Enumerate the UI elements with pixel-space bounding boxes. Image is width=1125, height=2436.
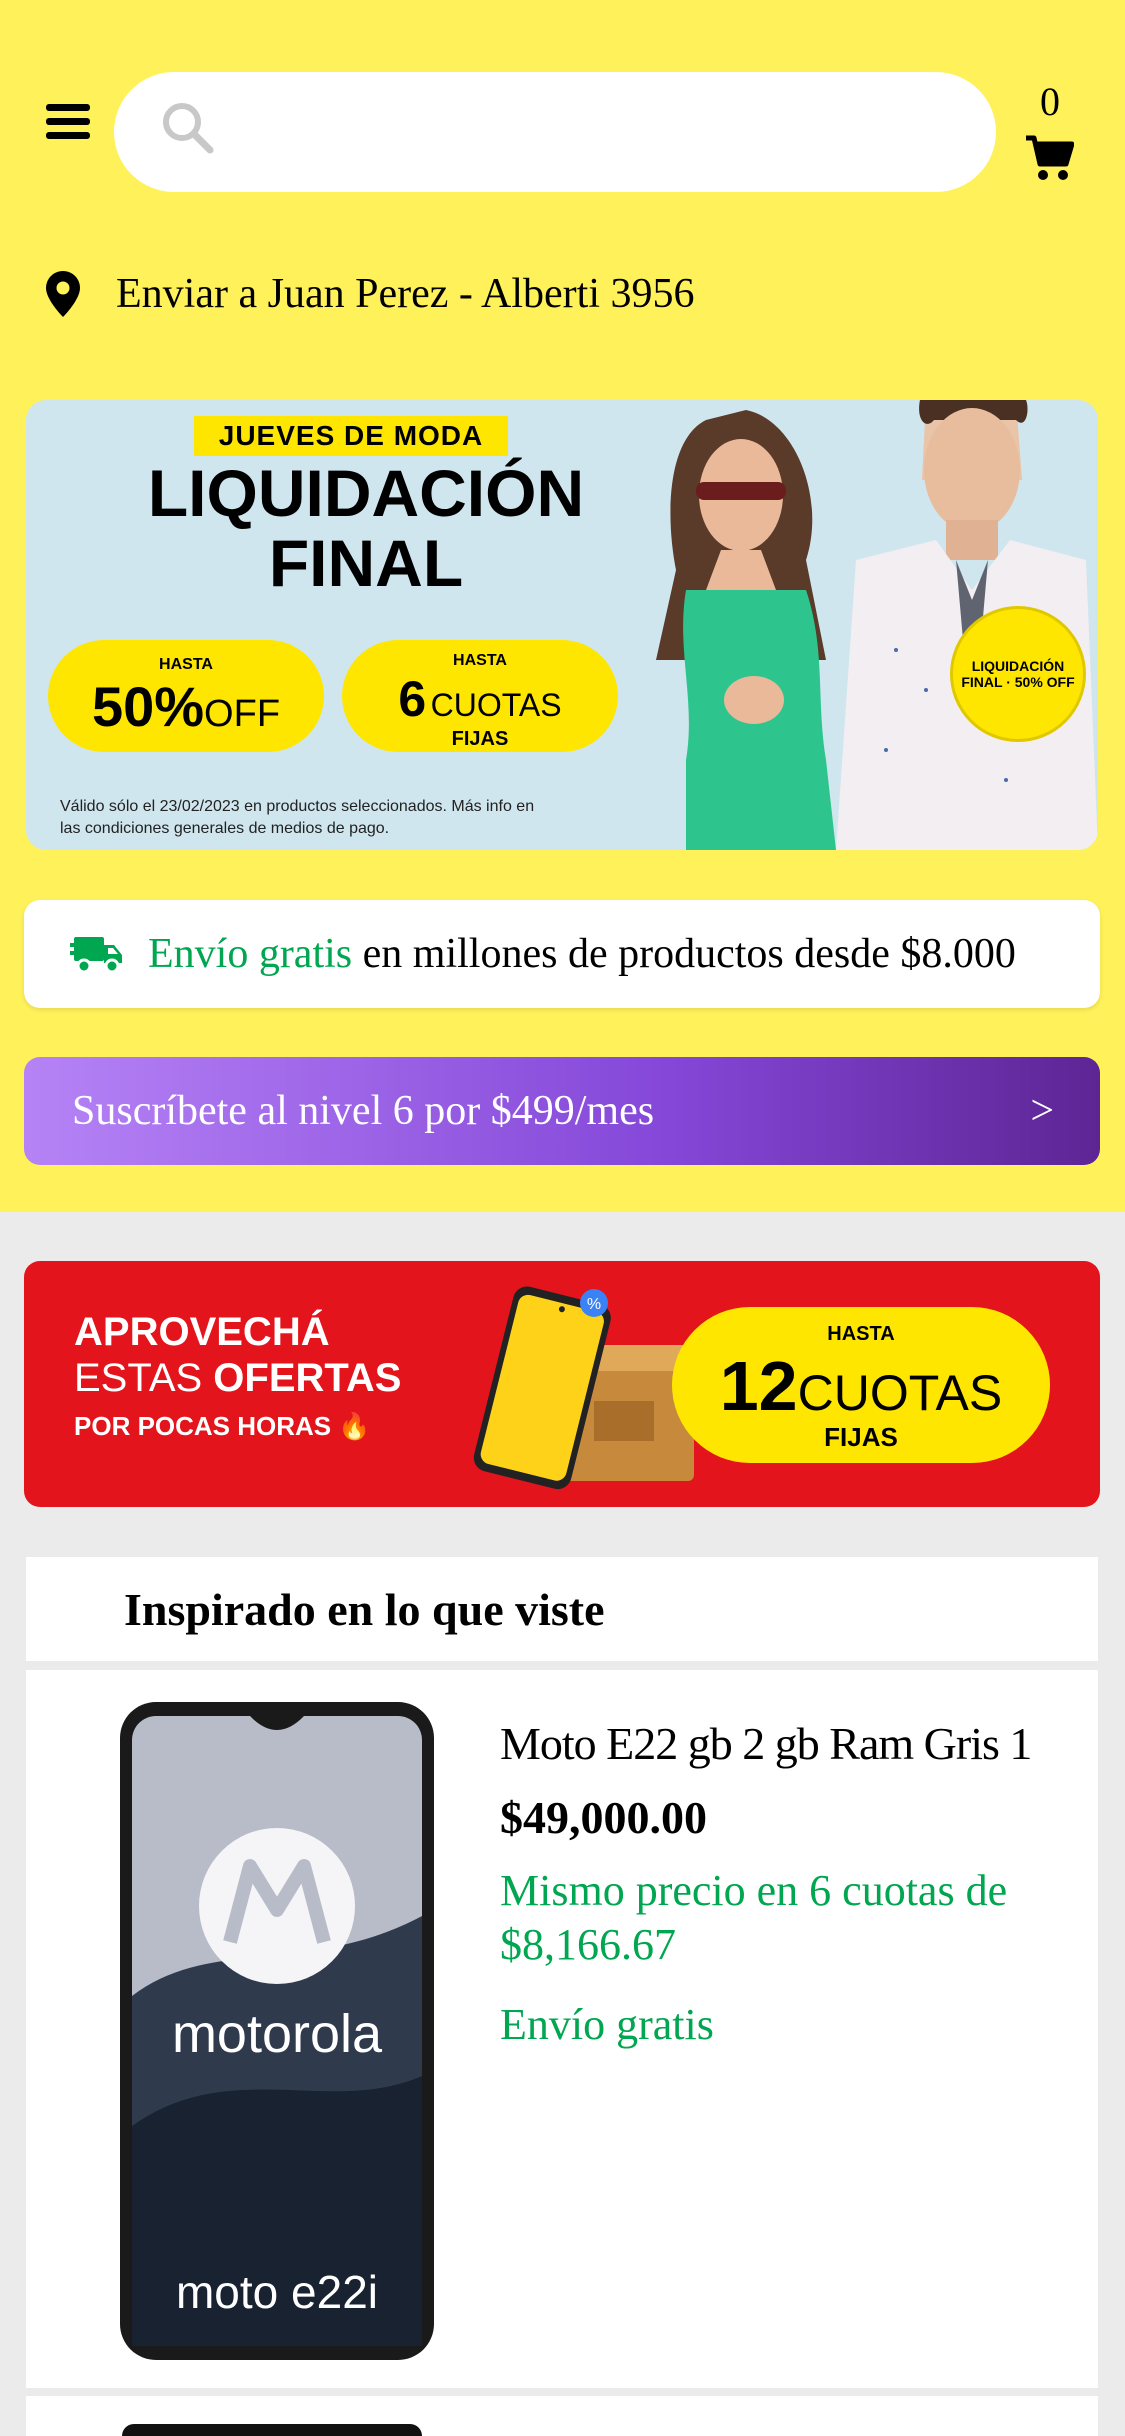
phone-and-box-image: %	[473, 1286, 704, 1490]
product-card[interactable]: motorola moto e22i Moto E22 gb 2 gb Ram …	[26, 1670, 1098, 2388]
search-input[interactable]	[234, 102, 954, 162]
offers-installments-pill: HASTA 12CUOTAS FIJAS	[672, 1307, 1050, 1463]
hamburger-menu-icon[interactable]	[46, 104, 90, 140]
liquidation-seal: LIQUIDACIÓN FINAL · 50% OFF	[950, 606, 1086, 742]
product-info: Moto E22 gb 2 gb Ram Gris 1 $49,000.00 M…	[500, 1716, 1090, 2052]
chevron-right-icon: >	[1030, 1088, 1054, 1134]
truck-icon	[70, 937, 122, 974]
offers-banner[interactable]: APROVECHÁ ESTAS OFERTAS POR POCAS HORAS …	[24, 1261, 1100, 1507]
hero-banner-liquidacion[interactable]: JUEVES DE MODA LIQUIDACIÓN FINAL HASTA 5…	[26, 400, 1098, 850]
hero-title: LIQUIDACIÓN FINAL	[76, 458, 656, 598]
cart-count-badge: 0	[1040, 79, 1060, 124]
section-title: Inspirado en lo que viste	[26, 1557, 1098, 1661]
delivery-location[interactable]: Enviar a Juan Perez - Alberti 3956	[46, 266, 694, 322]
free-shipping-card[interactable]: Envío gratis en millones de productos de…	[24, 900, 1100, 1008]
subscription-banner[interactable]: Suscríbete al nivel 6 por $499/mes >	[24, 1057, 1100, 1165]
location-text: Enviar a Juan Perez - Alberti 3956	[116, 271, 695, 317]
product-free-shipping: Envío gratis	[500, 2000, 714, 2049]
svg-text:moto e22i: moto e22i	[176, 2266, 378, 2318]
hero-badge: JUEVES DE MODA	[194, 416, 508, 456]
next-product-card[interactable]	[26, 2396, 1098, 2436]
shopping-cart-icon[interactable]	[1024, 134, 1074, 182]
free-shipping-text: Envío gratis en millones de productos de…	[148, 931, 1016, 977]
search-icon	[163, 103, 214, 154]
product-installments: Mismo precio en 6 cuotas de $8,166.67	[500, 1866, 1008, 1969]
svg-text:motorola: motorola	[172, 2004, 383, 2064]
installments-pill: HASTA 6 CUOTAS FIJAS	[342, 640, 618, 752]
hero-legal-text: Válido sólo el 23/02/2023 en productos s…	[60, 798, 535, 837]
search-bar[interactable]	[114, 72, 996, 192]
hero-title-line1: LIQUIDACIÓN	[147, 456, 585, 530]
svg-text:%: %	[587, 1296, 601, 1313]
header: 0 Enviar a Juan Perez - Alberti 3956 JUE…	[0, 0, 1125, 1212]
discount-pill: HASTA 50%OFF	[48, 640, 324, 752]
product-image[interactable]: motorola moto e22i	[110, 1696, 444, 2366]
offers-text-block: APROVECHÁ ESTAS OFERTAS POR POCAS HORAS …	[74, 1310, 402, 1441]
product-title[interactable]: Moto E22 gb 2 gb Ram Gris 1	[500, 1716, 1090, 1772]
product-price: $49,000.00	[500, 1792, 707, 1843]
next-product-image-peek	[122, 2424, 422, 2436]
location-pin-icon	[46, 271, 80, 317]
subscription-text: Suscríbete al nivel 6 por $499/mes	[72, 1088, 655, 1134]
hero-title-line2: FINAL	[268, 526, 464, 600]
